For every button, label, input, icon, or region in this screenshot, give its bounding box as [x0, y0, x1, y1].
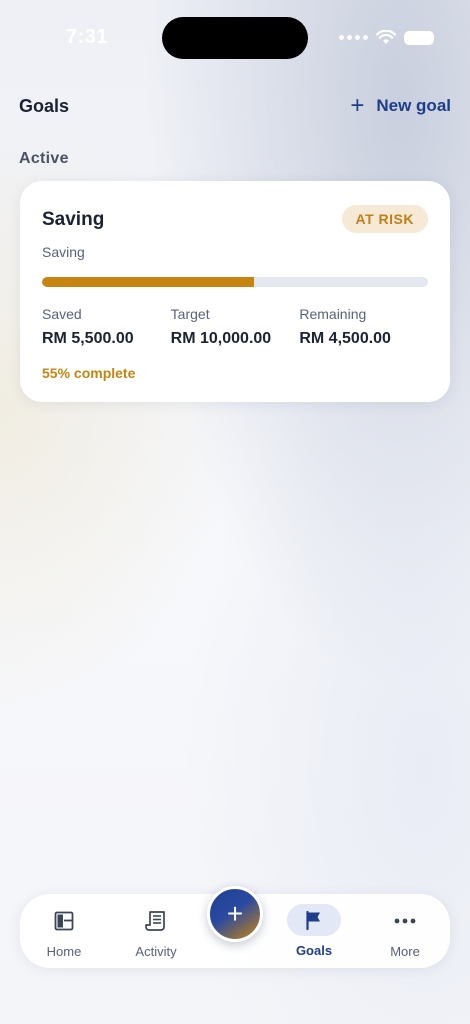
- stat-value: RM 5,500.00: [42, 330, 134, 347]
- tab-goals[interactable]: Goals: [271, 894, 357, 968]
- stat-value: RM 10,000.00: [170, 330, 272, 347]
- goal-stats: Saved RM 5,500.00 Target RM 10,000.00 Re…: [42, 306, 428, 348]
- progress-complete-text: 55% complete: [42, 365, 136, 381]
- progress-bar: [42, 277, 428, 287]
- stat-label: Saved: [42, 306, 82, 322]
- dynamic-island: [162, 17, 308, 59]
- add-transaction-button[interactable]: +: [207, 886, 263, 942]
- page-title: Goals: [19, 95, 70, 116]
- more-icon: [394, 918, 416, 924]
- flag-icon: [306, 910, 320, 930]
- status-bar: 7:31: [0, 0, 470, 70]
- status-badge: AT RISK: [341, 205, 428, 233]
- tab-label: Goals: [295, 943, 333, 958]
- tab-more[interactable]: More: [362, 894, 448, 968]
- stat-saved: Saved RM 5,500.00: [42, 306, 171, 348]
- new-goal-button[interactable]: + New goal: [350, 94, 451, 118]
- layout-icon: [54, 911, 74, 931]
- stat-label: Target: [170, 306, 210, 322]
- tab-activity[interactable]: Activity: [113, 894, 199, 968]
- goal-card[interactable]: Saving AT RISK Saving Saved RM 5,500.00 …: [20, 181, 450, 402]
- stat-label: Remaining: [299, 306, 367, 322]
- battery-icon: [404, 30, 434, 45]
- status-time: 7:31: [66, 26, 109, 48]
- wifi-icon: [376, 30, 396, 44]
- tab-label: Activity: [135, 944, 177, 959]
- signal-icon: [339, 35, 368, 40]
- plus-icon: +: [226, 898, 244, 929]
- tab-label: More: [390, 944, 420, 959]
- tab-label: Home: [46, 944, 82, 959]
- stat-target: Target RM 10,000.00: [171, 306, 300, 348]
- new-goal-label: New goal: [376, 96, 451, 115]
- header: Goals + New goal: [19, 92, 451, 120]
- status-icons: [339, 30, 434, 45]
- section-label-active: Active: [19, 150, 69, 167]
- progress-fill: [42, 277, 255, 287]
- receipt-icon: [145, 911, 165, 931]
- goal-type: Saving: [42, 244, 85, 260]
- stat-value: RM 4,500.00: [299, 330, 391, 347]
- tab-home[interactable]: Home: [21, 894, 107, 968]
- stat-remaining: Remaining RM 4,500.00: [299, 306, 428, 348]
- goal-name: Saving: [42, 209, 105, 230]
- plus-icon: +: [350, 92, 365, 119]
